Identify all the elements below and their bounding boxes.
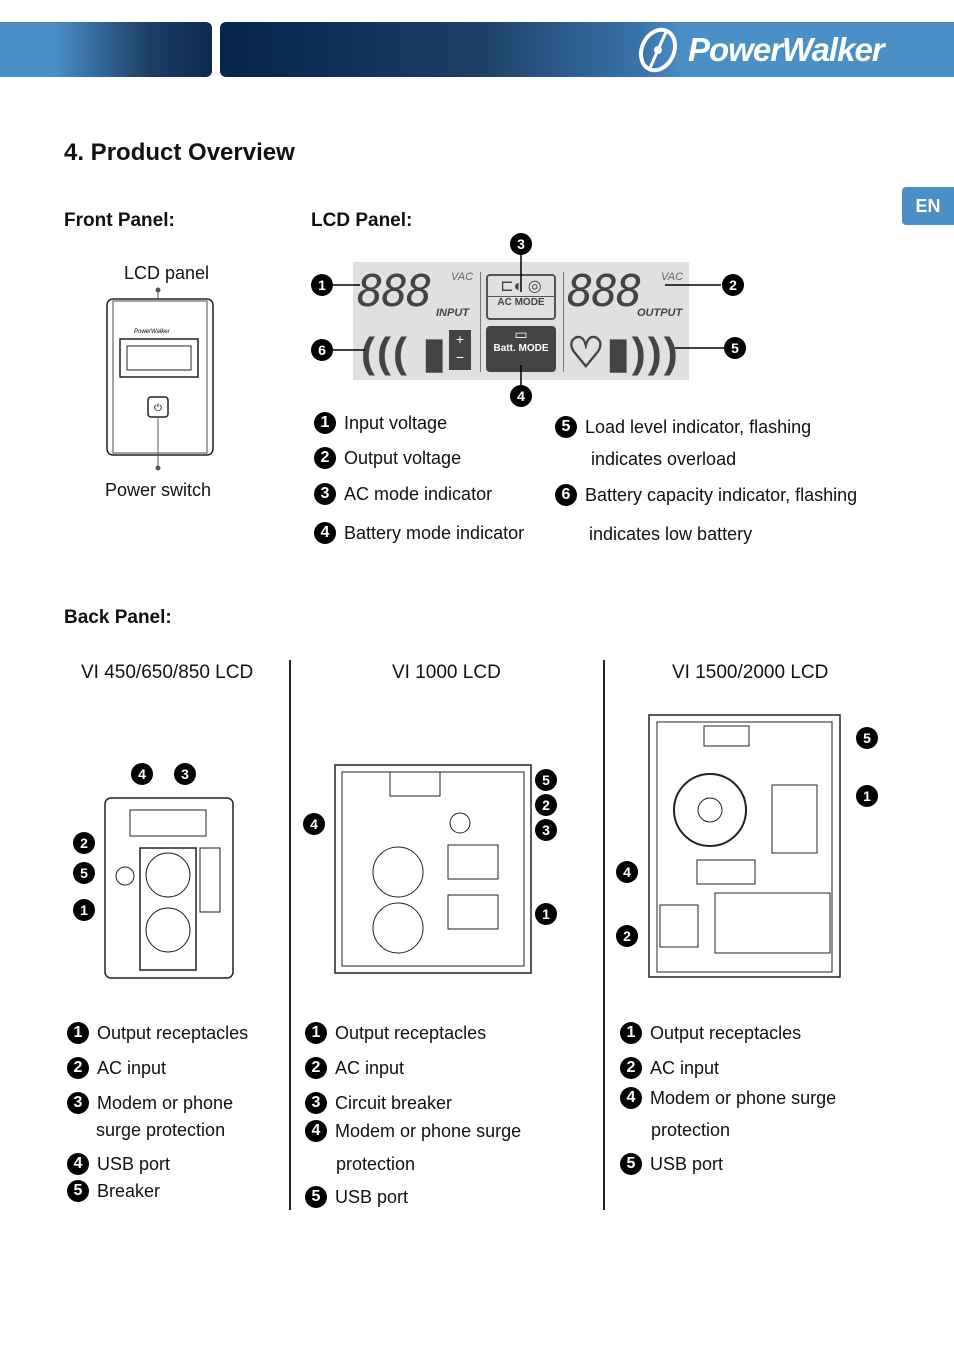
lcd-legend-item: 5 Load level indicator, flashing xyxy=(555,416,811,438)
svg-text:3: 3 xyxy=(517,236,525,252)
back-legend-item: 1 Output receptacles xyxy=(67,1022,248,1044)
svg-text:3: 3 xyxy=(181,766,189,782)
back-legend-item: 4 Modem or phone surge xyxy=(305,1120,521,1142)
lcd-legend-item-cont: indicates overload xyxy=(591,449,737,469)
svg-text:2: 2 xyxy=(542,797,550,813)
svg-text:6: 6 xyxy=(318,342,326,358)
logo-icon xyxy=(638,27,678,73)
power-switch-label: Power switch xyxy=(105,480,212,500)
back-legend-item: 2 AC input xyxy=(67,1057,166,1079)
back-panel-heading: Back Panel: xyxy=(64,607,172,628)
svg-text:PowerWalker: PowerWalker xyxy=(134,329,171,335)
model-title: VI 1500/2000 LCD xyxy=(672,662,829,683)
model-title: VI 1000 LCD xyxy=(392,662,501,683)
lcd-legend-item-cont: indicates low battery xyxy=(589,524,753,544)
lcd-legend-item: 1 Input voltage xyxy=(314,412,447,434)
svg-text:4: 4 xyxy=(310,816,318,832)
svg-text:2: 2 xyxy=(80,835,88,851)
back-legend-item-cont: surge protection xyxy=(96,1120,226,1140)
back-legend-item-cont: protection xyxy=(336,1154,416,1174)
back-legend-item: 1 Output receptacles xyxy=(305,1022,486,1044)
back-legend-item: 4 USB port xyxy=(67,1153,170,1175)
front-panel-illustration: PowerWalker ⏻ xyxy=(106,287,214,471)
svg-text:2: 2 xyxy=(729,277,737,293)
svg-text:4: 4 xyxy=(517,388,525,404)
lcd-panel-label: LCD panel xyxy=(124,263,210,283)
svg-text:4: 4 xyxy=(623,864,631,880)
lcd-legend-item: 6 Battery capacity indicator, flashing xyxy=(555,484,857,506)
svg-text:5: 5 xyxy=(542,772,550,788)
svg-text:5: 5 xyxy=(80,865,88,881)
back-legend-item: 3 Modem or phone xyxy=(67,1092,233,1114)
lcd-callouts: 1 2 3 4 5 6 xyxy=(311,233,746,407)
header-band-left xyxy=(0,22,212,77)
page-title: 4. Product Overview xyxy=(64,139,295,166)
back-legend-item: 5 USB port xyxy=(305,1186,408,1208)
back-legend-item: 3 Circuit breaker xyxy=(305,1092,452,1114)
back-legend-item: 5 USB port xyxy=(620,1153,723,1175)
svg-text:1: 1 xyxy=(318,277,326,293)
back-legend-item: 1 Output receptacles xyxy=(620,1022,801,1044)
lcd-panel-heading: LCD Panel: xyxy=(311,210,413,231)
svg-text:1: 1 xyxy=(80,902,88,918)
brand-name: PowerWalker xyxy=(688,31,885,68)
lcd-legend-item: 4 Battery mode indicator xyxy=(314,522,524,544)
svg-text:3: 3 xyxy=(542,822,550,838)
back-legend-item: 5 Breaker xyxy=(67,1180,160,1202)
lcd-legend-item: 3 AC mode indicator xyxy=(314,483,492,505)
front-panel-heading: Front Panel: xyxy=(64,210,175,231)
svg-text:⏻: ⏻ xyxy=(154,403,162,414)
svg-text:4: 4 xyxy=(138,766,146,782)
brand-logo: PowerWalker xyxy=(632,26,885,74)
lcd-legend-item: 2 Output voltage xyxy=(314,447,461,469)
svg-text:5: 5 xyxy=(731,340,739,356)
language-tab[interactable]: EN xyxy=(902,187,954,225)
svg-text:5: 5 xyxy=(863,730,871,746)
back-legend-item: 2 AC input xyxy=(305,1057,404,1079)
model-title: VI 450/650/850 LCD xyxy=(81,662,254,683)
svg-text:2: 2 xyxy=(623,928,631,944)
back-panel-large-illustration: 5 1 4 2 xyxy=(616,714,878,978)
back-panel-medium-illustration: 4 5 2 3 1 xyxy=(303,764,557,974)
back-legend-item: 2 AC input xyxy=(620,1057,719,1079)
back-legend-item: 4 Modem or phone surge xyxy=(620,1087,836,1109)
back-legend-item-cont: protection xyxy=(651,1120,731,1140)
back-panel-small-illustration: 4 3 2 5 1 xyxy=(73,763,234,979)
svg-text:1: 1 xyxy=(542,906,550,922)
svg-text:1: 1 xyxy=(863,788,871,804)
